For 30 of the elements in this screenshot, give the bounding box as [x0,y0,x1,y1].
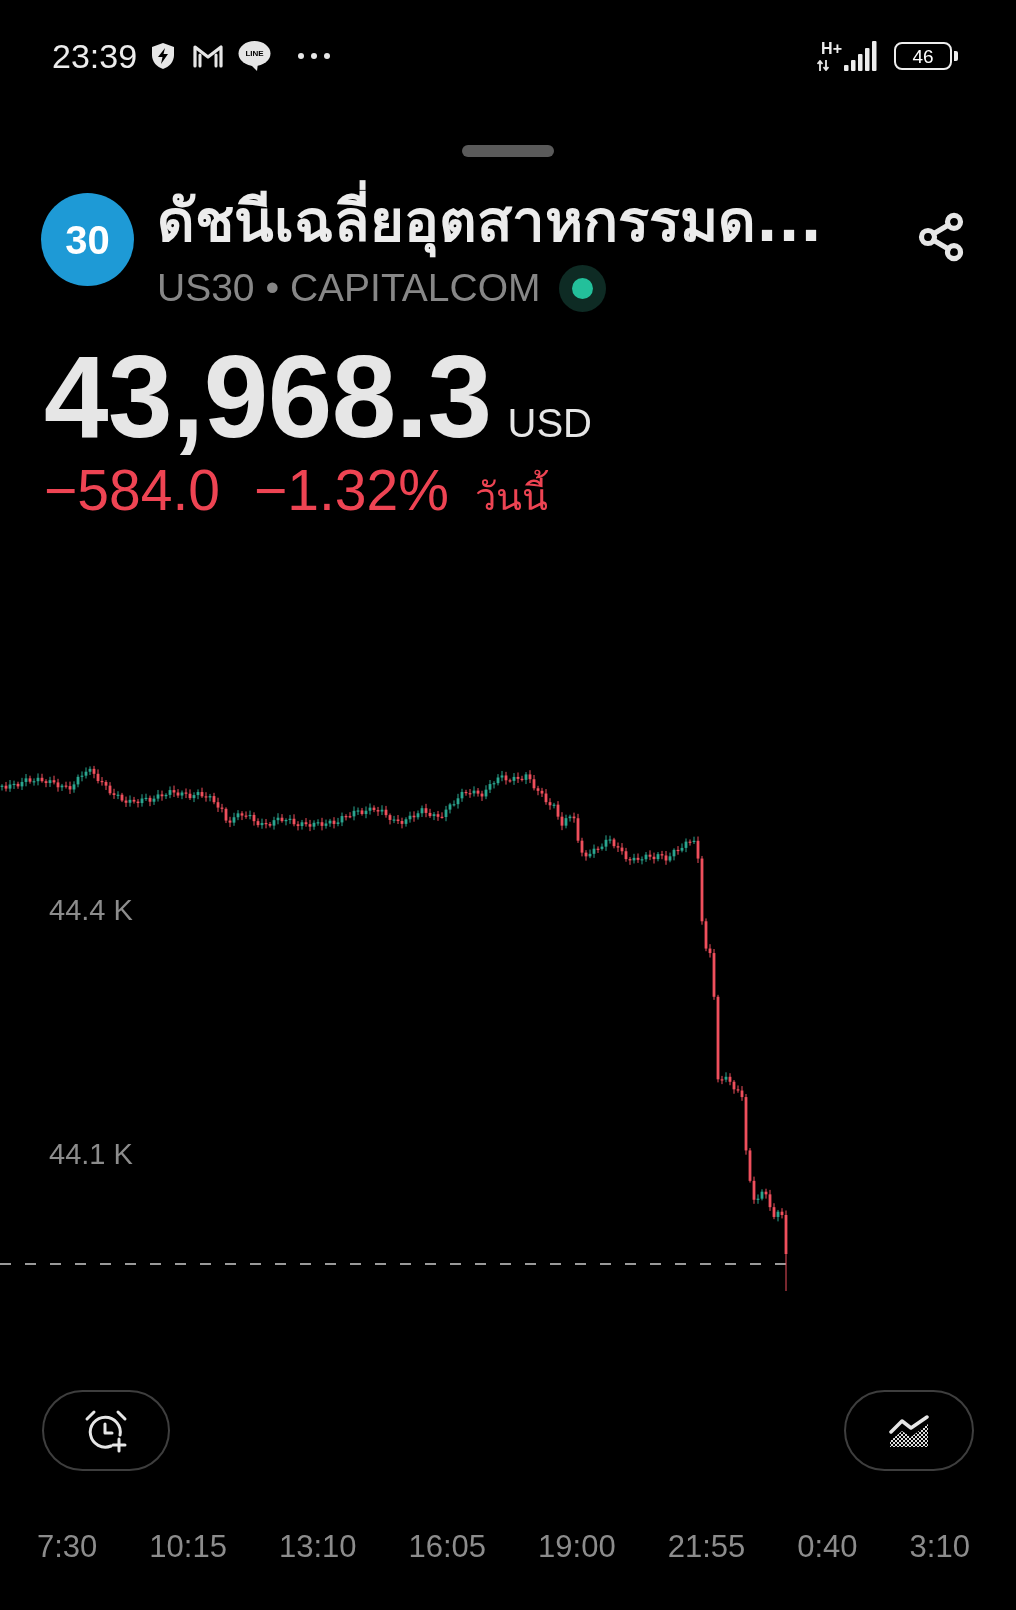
time-axis-label: 13:10 [278,1528,357,1566]
time-axis-label: 0:40 [797,1528,858,1566]
time-axis-label: 19:00 [538,1528,616,1566]
clock-time: 23:39 [52,39,138,73]
chart-type-button[interactable] [844,1390,974,1471]
time-axis-label: 16:05 [408,1528,487,1566]
price-axis-label: 44.4 K [49,893,133,928]
time-axis-label: 10:15 [149,1528,227,1566]
time-axis-label: 3:10 [909,1528,970,1566]
shield-bolt-icon [150,42,177,70]
symbol-logo: 30 [41,193,134,286]
drag-handle[interactable] [462,145,554,157]
price-change: −584.0 [44,462,220,519]
alarm-plus-icon [84,1408,128,1453]
network-type: H+ [821,42,842,56]
area-chart-icon [889,1413,929,1448]
time-axis-label: 7:30 [37,1528,98,1566]
signal-icon [844,41,878,71]
period-label: วันนี้ [474,469,548,525]
currency-code: USD [507,403,592,443]
battery-indicator: 46 [894,42,958,70]
mail-icon [192,44,225,68]
percent-change: −1.32% [253,462,449,519]
data-arrows-icon [817,60,830,71]
time-axis-label: 21:55 [667,1528,746,1566]
add-alert-button[interactable] [42,1390,170,1471]
price-axis-label: 44.1 K [49,1137,133,1172]
symbol-exchange: US30 • CAPITALCOM [157,265,541,311]
price-value: 43,968.3 [44,339,492,455]
more-icon [298,53,331,59]
